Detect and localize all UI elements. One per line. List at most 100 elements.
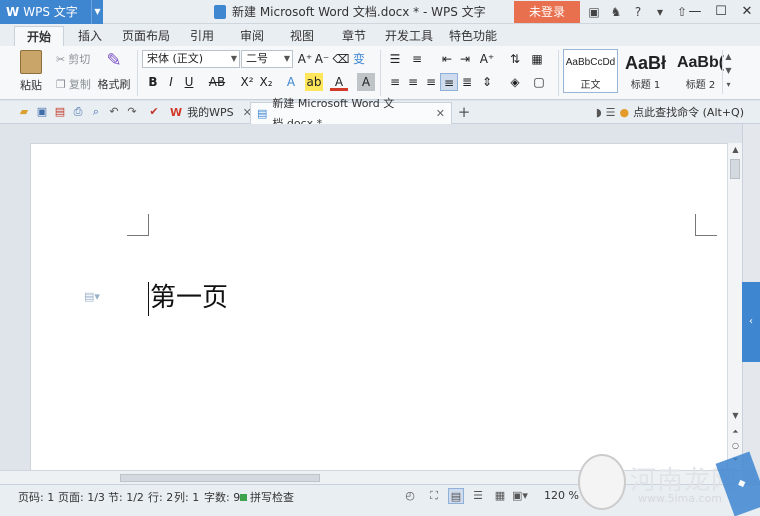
text-effect-icon[interactable]: A [282, 73, 300, 91]
copy-button[interactable]: ❐ 复制 [56, 76, 91, 92]
paragraph-marker-icon[interactable]: ▤▾ [84, 290, 100, 303]
borders-icon[interactable]: ▢ [530, 73, 548, 91]
scroll-up-icon[interactable]: ▲ [728, 145, 743, 154]
side-panel-toggle[interactable]: ‹ [742, 282, 760, 362]
style-heading-1-preview: AaBł [624, 53, 666, 73]
style-heading-2[interactable]: AaBb( 标题 2 [673, 49, 728, 93]
new-tab-icon[interactable]: + [456, 104, 472, 120]
print-preview-icon[interactable]: ⌕ [88, 104, 104, 120]
tab-list-icon[interactable]: ☰ [606, 103, 616, 123]
increase-indent-icon[interactable]: ⇥ [456, 50, 474, 68]
align-right-icon[interactable]: ≡ [422, 73, 440, 91]
status-words[interactable]: 字数: 9 [204, 489, 240, 505]
gift-icon[interactable]: ▣ [584, 2, 604, 22]
table-icon[interactable]: ▦ [528, 50, 546, 68]
app-menu-chevron-icon[interactable]: ▼ [91, 0, 103, 24]
subscript-icon[interactable]: X₂ [257, 73, 275, 91]
highlight-icon[interactable]: ab [305, 73, 323, 91]
justify-icon[interactable]: ≡ [440, 73, 458, 91]
customize-icon[interactable]: ✔ [146, 104, 162, 120]
close-icon[interactable]: ✕ [734, 0, 760, 24]
chevron-down-icon[interactable]: ▼ [723, 64, 734, 78]
select-browse-icon[interactable]: ○ [728, 441, 743, 450]
tab-insert[interactable]: 插入 [70, 26, 110, 46]
scroll-down-icon[interactable]: ▼ [728, 411, 743, 420]
tab-page-layout[interactable]: 页面布局 [118, 26, 174, 46]
help-icon[interactable]: ? [628, 2, 648, 22]
close-icon[interactable]: ✕ [436, 104, 445, 124]
align-left-icon[interactable]: ≡ [386, 73, 404, 91]
open-folder-icon[interactable]: ▰ [16, 104, 32, 120]
bullet-list-icon[interactable]: ☰ [386, 50, 404, 68]
pinyin-icon[interactable]: 变 [350, 50, 368, 68]
more-styles-icon[interactable]: ▾ [723, 78, 734, 92]
spell-check-toggle[interactable]: 拼写检查 [240, 489, 294, 505]
decrease-indent-icon[interactable]: ⇤ [438, 50, 456, 68]
print-icon[interactable]: ⎙ [70, 104, 86, 120]
web-view-icon[interactable]: ▦ [492, 488, 508, 504]
doc-info-icon[interactable]: ◗ [596, 103, 602, 123]
tab-references[interactable]: 引用 [182, 26, 222, 46]
font-size-select[interactable]: 二号 ▼ [241, 50, 293, 68]
strikethrough-icon[interactable]: AB [206, 73, 228, 91]
tab-home[interactable]: 开始 [14, 26, 64, 47]
style-normal[interactable]: AaBbCcDd 正文 [563, 49, 618, 93]
document-text[interactable]: 第一页 [150, 281, 228, 315]
outline-view-icon[interactable]: ☰ [470, 488, 486, 504]
export-pdf-icon[interactable]: ▤ [52, 104, 68, 120]
reading-mode-icon[interactable]: ▣▾ [512, 488, 528, 504]
sort-icon[interactable]: ⇅ [506, 50, 524, 68]
skin-icon[interactable]: ♞ [606, 2, 626, 22]
distribute-icon[interactable]: ≣ [458, 73, 476, 91]
tab-my-wps[interactable]: W 我的WPS ✕ [164, 102, 258, 124]
shrink-font-icon[interactable]: A⁻ [313, 50, 331, 68]
prev-page-icon[interactable]: ⏶ [728, 427, 743, 437]
font-color-icon[interactable]: A [330, 73, 348, 91]
save-icon[interactable]: ▣ [34, 104, 50, 120]
superscript-icon[interactable]: X² [238, 73, 256, 91]
chinese-layout-icon[interactable]: A⁺ [478, 50, 496, 68]
format-painter-button[interactable]: ✎ 格式刷 [96, 50, 132, 92]
fullscreen-view-icon[interactable]: ⛶ [426, 488, 442, 504]
tab-view[interactable]: 视图 [282, 26, 322, 46]
tab-chapter[interactable]: 章节 [334, 26, 374, 46]
document-page[interactable]: ▤▾ 第一页 [30, 143, 730, 483]
style-heading-1[interactable]: AaBł 标题 1 [618, 49, 673, 93]
find-command-label: 点此查找命令 (Alt+Q) [633, 106, 744, 119]
char-shading-icon[interactable]: A [357, 73, 375, 91]
numbered-list-icon[interactable]: ≡ [408, 50, 426, 68]
styles-scroll[interactable]: ▲ ▼ ▾ [722, 50, 734, 94]
protect-eye-icon[interactable]: ◴ [402, 488, 418, 504]
tab-review[interactable]: 审阅 [232, 26, 272, 46]
horizontal-scrollbar[interactable] [0, 470, 742, 484]
maximize-icon[interactable]: ☐ [708, 0, 734, 24]
zoom-level[interactable]: 120 % [544, 489, 579, 502]
clear-format-icon[interactable]: ⌫ [332, 50, 350, 68]
tab-active-document[interactable]: ▤ 新建 Microsoft Word 文档.docx * ✕ [250, 97, 452, 130]
minimize-icon[interactable]: — [682, 0, 708, 24]
find-command[interactable]: ◗ ☰ ● 点此查找命令 (Alt+Q) [596, 103, 744, 123]
page-view-icon[interactable]: ▤ [448, 488, 464, 504]
align-center-icon[interactable]: ≡ [404, 73, 422, 91]
help-dropdown-icon[interactable]: ▾ [650, 2, 670, 22]
login-button[interactable]: 未登录 [514, 1, 580, 23]
redo-icon[interactable]: ↷ [124, 104, 140, 120]
tab-developer[interactable]: 开发工具 [380, 26, 438, 46]
font-name-select[interactable]: 宋体 (正文) ▼ [142, 50, 240, 68]
vertical-scroll-thumb[interactable] [730, 159, 740, 179]
next-page-icon[interactable]: ⏷ [728, 455, 743, 465]
paragraph-shading-icon[interactable]: ◈ [506, 73, 524, 91]
line-spacing-icon[interactable]: ⇕ [478, 73, 496, 91]
horizontal-scroll-thumb[interactable] [120, 474, 320, 482]
grow-font-icon[interactable]: A⁺ [296, 50, 314, 68]
italic-icon[interactable]: I [162, 73, 180, 91]
wps-app-menu-button[interactable]: W WPS 文字 ▼ [0, 0, 103, 24]
vertical-scrollbar[interactable]: ▲ ▼ ⏶ ○ ⏷ [727, 143, 742, 470]
tab-special[interactable]: 特色功能 [444, 26, 502, 46]
cut-button[interactable]: ✂ 剪切 [56, 51, 90, 67]
chevron-up-icon[interactable]: ▲ [723, 50, 734, 64]
underline-icon[interactable]: U [180, 73, 198, 91]
paste-button[interactable]: 粘贴 [14, 50, 48, 93]
bold-icon[interactable]: B [144, 73, 162, 91]
undo-icon[interactable]: ↶ [106, 104, 122, 120]
